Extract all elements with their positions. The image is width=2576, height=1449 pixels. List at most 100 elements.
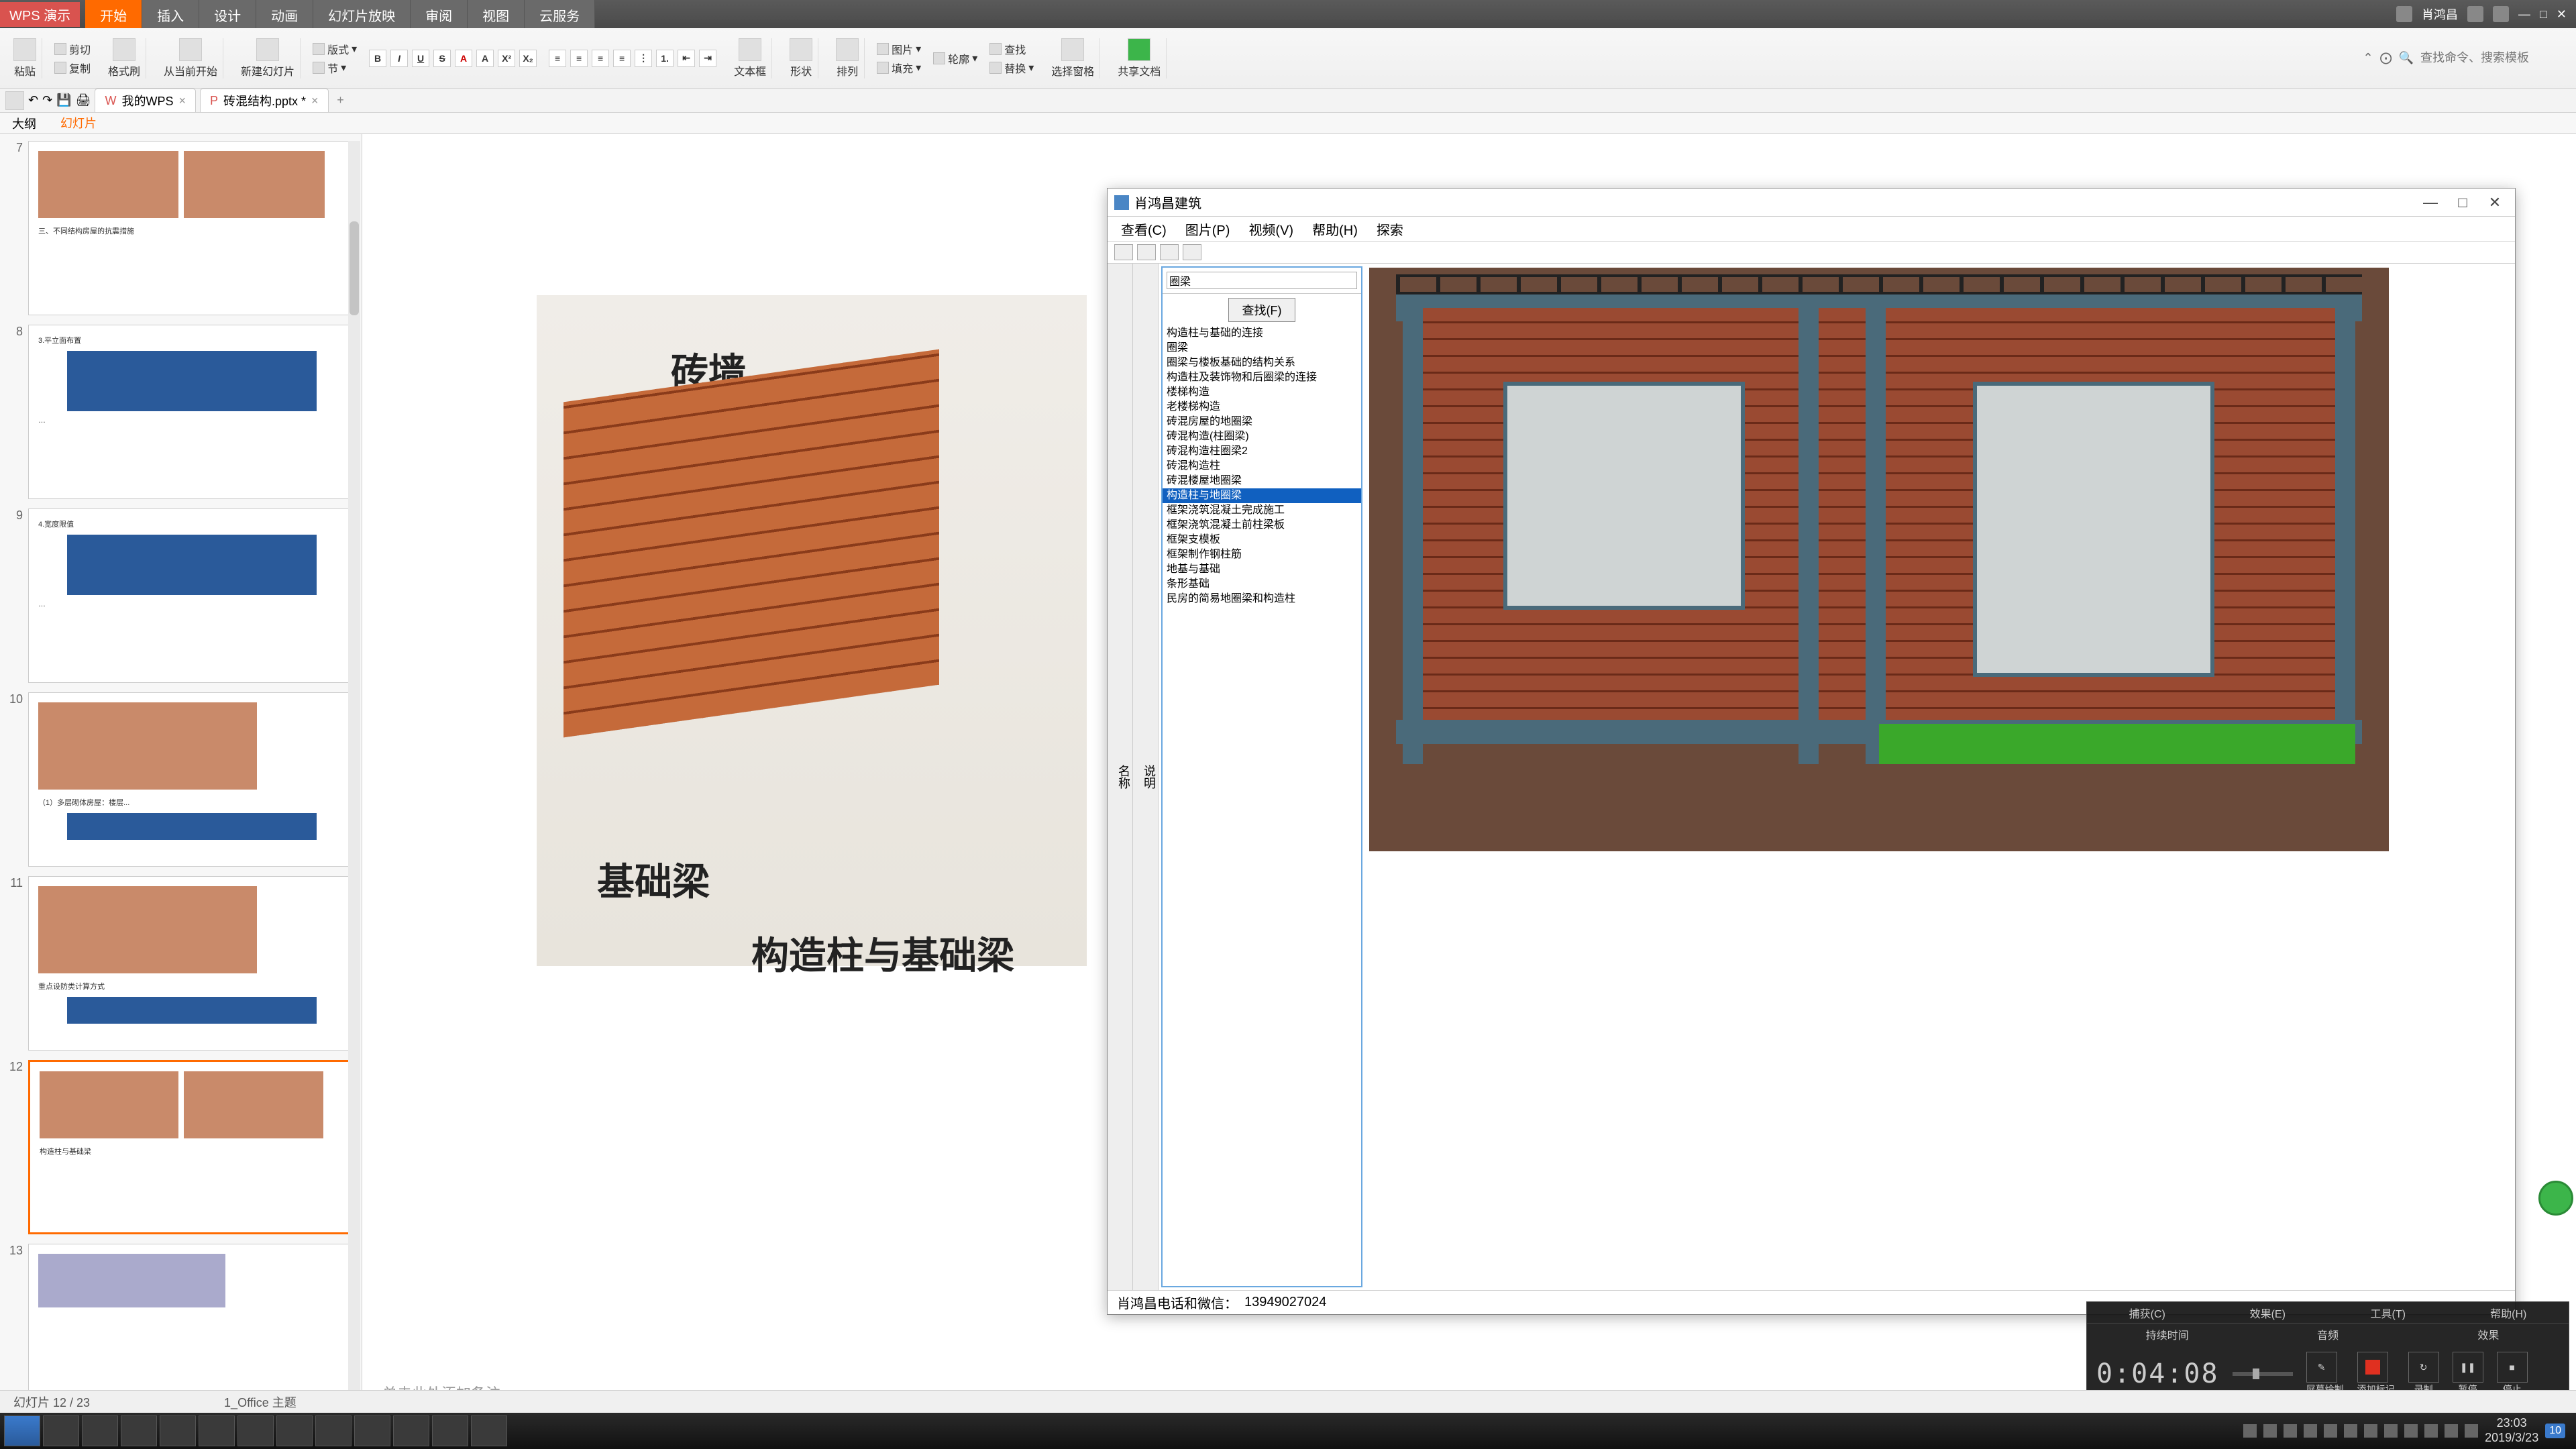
subscript-button[interactable]: X₂	[519, 50, 537, 67]
tree-find-button[interactable]: 查找(F)	[1228, 298, 1296, 322]
slide-thumb[interactable]: 94.宽度限值…	[7, 508, 355, 683]
settings-icon[interactable]	[2493, 6, 2509, 22]
subwin-side-tab-2[interactable]: 说明	[1133, 264, 1159, 1290]
highlight-button[interactable]: A	[476, 50, 494, 67]
tree-item[interactable]: 条形基础	[1163, 577, 1361, 592]
subwin-menu-video[interactable]: 视频(V)	[1248, 219, 1293, 239]
shape-button[interactable]: 形状	[784, 38, 818, 78]
tree-item[interactable]: 框架支模板	[1163, 533, 1361, 547]
subwin-tool-2[interactable]	[1137, 244, 1156, 260]
taskbar-app[interactable]	[160, 1415, 196, 1446]
tray-icon[interactable]	[2304, 1424, 2317, 1438]
menu-tab-review[interactable]: 审阅	[411, 0, 468, 28]
panel-scrollbar[interactable]	[348, 141, 360, 1402]
align-right-button[interactable]: ≡	[592, 50, 609, 67]
subwin-menu-view[interactable]: 查看(C)	[1121, 219, 1167, 239]
tray-icon[interactable]	[2364, 1424, 2377, 1438]
tray-icon[interactable]	[2284, 1424, 2297, 1438]
stop-button[interactable]: ■	[2497, 1352, 2528, 1383]
menu-tab-view[interactable]: 视图	[468, 0, 525, 28]
slide-panel[interactable]: 7三、不同结构房屋的抗震措施83.平立面布置…94.宽度限值…10（1）多层砌体…	[0, 134, 362, 1409]
slide-thumb[interactable]: 13	[7, 1244, 355, 1409]
print-icon[interactable]: 🖨	[76, 93, 91, 107]
tray-icon[interactable]	[2424, 1424, 2438, 1438]
arrange-button[interactable]: 排列	[830, 38, 865, 78]
tree-item[interactable]: 地基与基础	[1163, 562, 1361, 577]
tray-icon[interactable]	[2263, 1424, 2277, 1438]
tree-search-input[interactable]	[1167, 272, 1357, 289]
tree-item[interactable]: 砖混楼屋地圈梁	[1163, 474, 1361, 488]
tree-list[interactable]: 构造柱与基础的连接圈梁圈梁与楼板基础的结构关系构造柱及装饰物和后圈梁的连接楼梯构…	[1163, 326, 1361, 1286]
doctab-mywps[interactable]: W我的WPS×	[95, 89, 196, 112]
recorder-tab-capture[interactable]: 捕获(C)	[2087, 1305, 2208, 1321]
taskbar-app[interactable]	[471, 1415, 507, 1446]
marker-button[interactable]	[2357, 1352, 2388, 1383]
tray-icon[interactable]	[2445, 1424, 2458, 1438]
tree-item[interactable]: 构造柱与基础的连接	[1163, 326, 1361, 341]
subwin-minimize-icon[interactable]: —	[2417, 194, 2444, 211]
slides-tab[interactable]: 幻灯片	[48, 111, 109, 136]
tree-item[interactable]: 框架制作钢柱筋	[1163, 547, 1361, 562]
share-button[interactable]: 共享文档	[1112, 38, 1167, 78]
tree-item[interactable]: 构造柱与地圈梁	[1163, 488, 1361, 503]
format-painter-button[interactable]: 格式刷	[103, 38, 146, 78]
tree-item[interactable]: 砖混构造(柱圈梁)	[1163, 429, 1361, 444]
undo-icon[interactable]: ↶	[28, 93, 38, 107]
taskbar-app[interactable]	[432, 1415, 468, 1446]
tree-item[interactable]: 框架浇筑混凝土完成施工	[1163, 503, 1361, 518]
recorder-tab-tools[interactable]: 工具(T)	[2328, 1305, 2449, 1321]
slide-thumb[interactable]: 83.平立面布置…	[7, 325, 355, 499]
taskbar-app[interactable]	[82, 1415, 118, 1446]
slide-thumb[interactable]: 11重点设防类计算方式	[7, 876, 355, 1051]
menu-tab-insert[interactable]: 插入	[142, 0, 199, 28]
align-center-button[interactable]: ≡	[570, 50, 588, 67]
home-tab-icon[interactable]	[5, 91, 24, 110]
subwin-close-icon[interactable]: ✕	[2481, 194, 2508, 211]
strike-button[interactable]: S	[433, 50, 451, 67]
taskbar-app[interactable]	[315, 1415, 352, 1446]
taskbar-app[interactable]	[237, 1415, 274, 1446]
slide-thumb[interactable]: 12构造柱与基础梁	[7, 1060, 355, 1234]
taskbar-app[interactable]	[121, 1415, 157, 1446]
tree-item[interactable]: 民房的简易地圈梁和构造柱	[1163, 592, 1361, 606]
taskbar-app[interactable]	[43, 1415, 79, 1446]
record-button[interactable]: ↻	[2408, 1352, 2439, 1383]
doctab-file[interactable]: P砖混结构.pptx *×	[200, 89, 329, 112]
redo-icon[interactable]: ↷	[42, 93, 52, 107]
subwin-tool-3[interactable]	[1160, 244, 1179, 260]
recorder-tab-effects[interactable]: 效果(E)	[2208, 1305, 2328, 1321]
scrollbar-thumb[interactable]	[350, 221, 359, 315]
superscript-button[interactable]: X²	[498, 50, 515, 67]
audio-slider[interactable]	[2233, 1372, 2293, 1376]
tree-item[interactable]: 砖混房屋的地圈梁	[1163, 415, 1361, 429]
tree-item[interactable]: 框架浇筑混凝土前柱梁板	[1163, 518, 1361, 533]
italic-button[interactable]: I	[390, 50, 408, 67]
indent-inc-button[interactable]: ⇥	[699, 50, 716, 67]
subwin-tool-4[interactable]	[1183, 244, 1201, 260]
tree-item[interactable]: 老楼梯构造	[1163, 400, 1361, 415]
paste-group[interactable]: 粘贴	[8, 38, 42, 78]
pause-button[interactable]: ❚❚	[2453, 1352, 2483, 1383]
start-button[interactable]	[4, 1415, 40, 1446]
taskbar-app[interactable]	[276, 1415, 313, 1446]
taskbar-clock[interactable]: 23:03 2019/3/23	[2485, 1416, 2538, 1445]
tree-item[interactable]: 砖混构造柱圈梁2	[1163, 444, 1361, 459]
bullets-button[interactable]: ⋮	[635, 50, 652, 67]
new-slide-button[interactable]: 新建幻灯片	[235, 38, 301, 78]
subwin-titlebar[interactable]: 肖鸿昌建筑 — □ ✕	[1108, 189, 2515, 217]
tree-item[interactable]: 楼梯构造	[1163, 385, 1361, 400]
tree-item[interactable]: 圈梁	[1163, 341, 1361, 356]
tree-item[interactable]: 构造柱及装饰物和后圈梁的连接	[1163, 370, 1361, 385]
subwin-maximize-icon[interactable]: □	[2449, 194, 2476, 211]
window-maximize-icon[interactable]: □	[2540, 7, 2547, 21]
menu-tab-cloud[interactable]: 云服务	[525, 0, 595, 28]
tray-icon[interactable]	[2465, 1424, 2478, 1438]
taskbar-app[interactable]	[199, 1415, 235, 1446]
subwin-menu-help[interactable]: 帮助(H)	[1312, 219, 1358, 239]
menu-tab-anim[interactable]: 动画	[256, 0, 313, 28]
subwin-menu-explore[interactable]: 探索	[1377, 219, 1403, 239]
numbering-button[interactable]: 1.	[656, 50, 674, 67]
draw-button[interactable]: ✎	[2306, 1352, 2337, 1383]
taskbar-app[interactable]	[354, 1415, 390, 1446]
user-avatar-icon[interactable]	[2396, 6, 2412, 22]
